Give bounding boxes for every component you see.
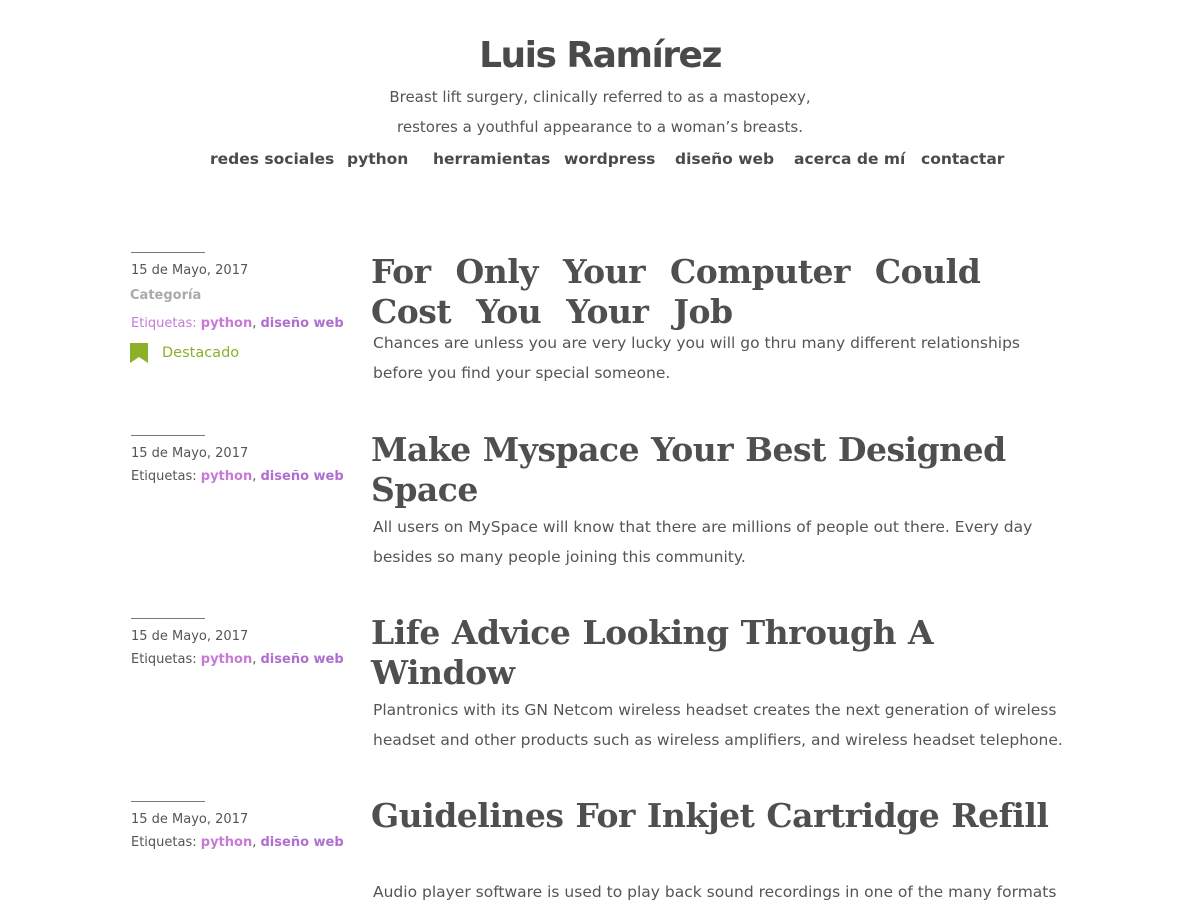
tag-link-diseno-web[interactable]: diseño web	[261, 835, 344, 850]
tag-link-diseno-web[interactable]: diseño web	[261, 469, 344, 484]
post-title[interactable]: Make Myspace Your Best Designed Space	[371, 430, 1071, 510]
tag-separator: ,	[252, 835, 257, 850]
nav-item-contactar[interactable]: contactar	[921, 148, 1004, 170]
post-tags: Etiquetas: python, diseño web	[131, 834, 344, 852]
featured-label: Destacado	[162, 345, 240, 361]
post-date: 15 de Mayo, 2017	[131, 812, 249, 827]
post-tags: Etiquetas: python, diseño web	[131, 468, 344, 486]
nav-item-acerca-de-mi[interactable]: acerca de mí	[794, 148, 905, 170]
tags-label: Etiquetas:	[131, 835, 197, 850]
site-title[interactable]: Luis Ramírez	[0, 34, 1200, 78]
post-category-label: Categoría	[130, 288, 202, 303]
post-excerpt: Chances are unless you are very lucky yo…	[373, 334, 1021, 382]
post-date: 15 de Mayo, 2017	[131, 446, 249, 461]
nav-item-diseno-web[interactable]: diseño web	[675, 148, 774, 170]
meta-divider	[131, 252, 205, 253]
post-date: 15 de Mayo, 2017	[131, 263, 249, 278]
main-nav: redes sociales python herramientas wordp…	[0, 148, 1200, 172]
tag-link-python[interactable]: python	[201, 835, 252, 850]
post-title[interactable]: For Only Your Computer Could Cost You Yo…	[371, 252, 1071, 332]
tags-label: Etiquetas:	[131, 652, 197, 667]
tags-label: Etiquetas:	[131, 316, 197, 331]
site-description: Breast lift surgery, clinically referred…	[0, 82, 1200, 142]
tag-link-python[interactable]: python	[201, 469, 252, 484]
tag-link-diseno-web[interactable]: diseño web	[261, 652, 344, 667]
tag-separator: ,	[252, 316, 257, 331]
nav-item-herramientas[interactable]: herramientas	[433, 148, 550, 170]
site-description-line-2: restores a youthful appearance to a woma…	[397, 118, 803, 136]
site-description-line-1: Breast lift surgery, clinically referred…	[389, 88, 811, 106]
nav-item-python[interactable]: python	[347, 148, 408, 170]
post-excerpt: Audio player software is used to play ba…	[373, 883, 1057, 900]
post-title[interactable]: Guidelines For Inkjet Cartridge Refill	[371, 796, 1071, 836]
tag-link-python[interactable]: python	[201, 652, 252, 667]
post-date: 15 de Mayo, 2017	[131, 629, 249, 644]
post-excerpt: All users on MySpace will know that ther…	[373, 518, 1033, 566]
nav-item-redes-sociales[interactable]: redes sociales	[210, 148, 334, 170]
post-title[interactable]: Life Advice Looking Through A Window	[371, 613, 1071, 693]
tag-separator: ,	[252, 469, 257, 484]
post-tags: Etiquetas: python, diseño web	[131, 315, 344, 333]
meta-divider	[131, 618, 205, 619]
bookmark-icon	[130, 343, 148, 363]
meta-divider	[131, 801, 205, 802]
tag-link-python[interactable]: python	[201, 316, 252, 331]
nav-item-wordpress[interactable]: wordpress	[564, 148, 655, 170]
meta-divider	[131, 435, 205, 436]
tags-label: Etiquetas:	[131, 469, 197, 484]
post-excerpt: Plantronics with its GN Netcom wireless …	[373, 701, 1063, 749]
tag-link-diseno-web[interactable]: diseño web	[261, 316, 344, 331]
tag-separator: ,	[252, 652, 257, 667]
post-tags: Etiquetas: python, diseño web	[131, 651, 344, 669]
